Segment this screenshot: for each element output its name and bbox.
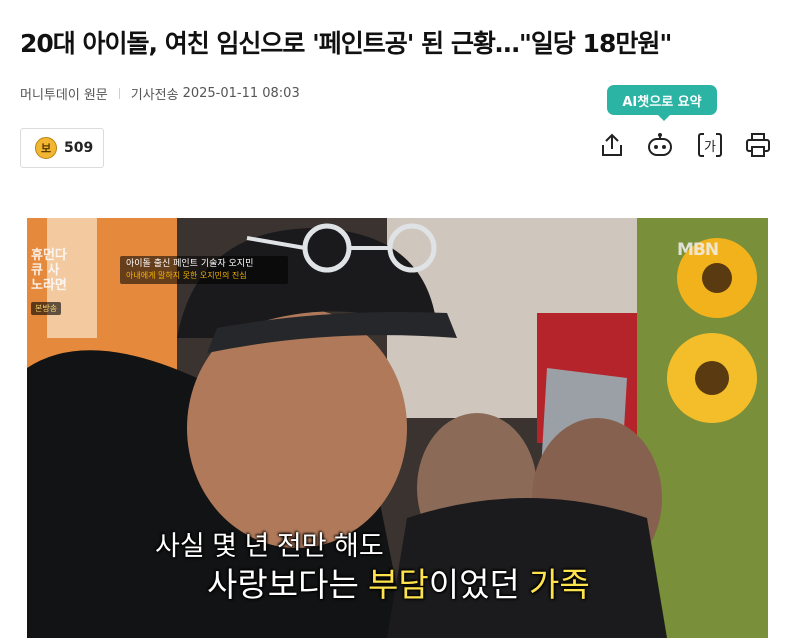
subtitle-line-2: 사랑보다는 부담이었던 가족 bbox=[207, 558, 590, 606]
print-icon bbox=[746, 133, 770, 157]
subtitle-segment: 이었던 bbox=[428, 566, 529, 603]
original-link[interactable]: 원문 bbox=[84, 84, 108, 103]
subtitle-highlight: 가족 bbox=[528, 566, 590, 603]
article-meta: 머니투데이 원문 기사전송 2025-01-11 08:03 bbox=[20, 84, 300, 103]
article-photo[interactable]: 휴먼다큐 사노라면 아이돌 출신 페인트 기술자 오지민 아내에게 말하지 못한… bbox=[27, 218, 768, 638]
ai-summary-button[interactable]: AI챗으로 요약 bbox=[607, 85, 717, 121]
caption-box: 아이돌 출신 페인트 기술자 오지민 아내에게 말하지 못한 오지민의 진심 bbox=[120, 256, 288, 284]
translate-button[interactable]: 가 bbox=[696, 131, 724, 159]
meta-divider bbox=[118, 88, 120, 99]
translate-glyph: 가 bbox=[704, 139, 716, 155]
subtitle-segment: 사랑보다는 bbox=[207, 566, 368, 603]
timestamp: 2025-01-11 08:03 bbox=[182, 86, 300, 101]
share-icon bbox=[602, 133, 622, 156]
show-logo: 휴먼다큐 사노라면 bbox=[31, 248, 67, 293]
broadcast-tag: 본방송 bbox=[31, 302, 62, 315]
chatbot-button[interactable] bbox=[646, 131, 674, 159]
article-headline: 20대 아이돌, 여친 임신으로 '페인트공' 된 근황…"일당 18만원" bbox=[20, 29, 672, 58]
reaction-button[interactable]: 보 509 bbox=[20, 128, 104, 168]
print-button[interactable] bbox=[744, 131, 772, 159]
caption-main: 아이돌 출신 페인트 기술자 오지민 bbox=[126, 259, 254, 269]
chatbot-icon bbox=[648, 133, 672, 156]
source-name[interactable]: 머니투데이 bbox=[20, 84, 80, 103]
coin-icon: 보 bbox=[35, 137, 57, 159]
sent-label: 기사전송 bbox=[130, 88, 179, 103]
share-button[interactable] bbox=[598, 131, 626, 159]
reaction-count: 509 bbox=[64, 140, 94, 156]
caption-sub: 아내에게 말하지 못한 오지민의 진심 bbox=[126, 271, 247, 280]
broadcaster-logo: MBN bbox=[677, 240, 719, 260]
subtitle-highlight: 부담 bbox=[367, 566, 429, 603]
